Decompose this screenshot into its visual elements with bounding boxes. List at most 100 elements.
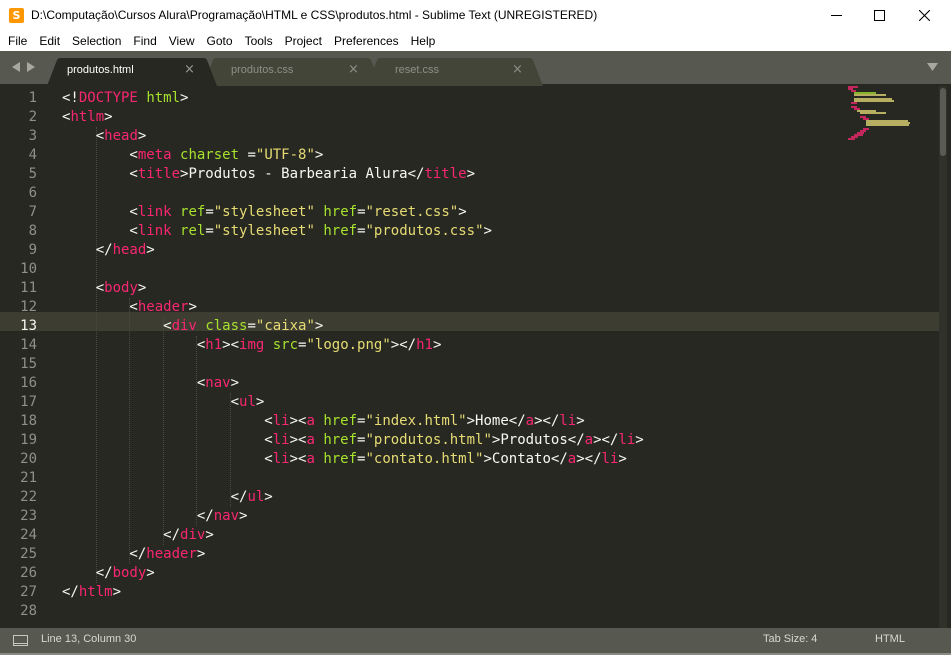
code-token: >Produtos</ — [491, 432, 585, 448]
menu-selection[interactable]: Selection — [66, 31, 127, 51]
line-number: 10 — [20, 261, 37, 277]
code-token: = — [247, 318, 256, 334]
code-line[interactable]: <body> — [62, 279, 147, 298]
line-number: 16 — [20, 375, 37, 391]
title-bar: S D:\Computação\Cursos Alura\Programação… — [0, 0, 951, 31]
syntax-selector[interactable]: HTML — [875, 633, 905, 645]
code-line[interactable]: </htlm> — [62, 583, 121, 602]
code-token: li — [559, 413, 577, 429]
code-token: body — [112, 565, 147, 581]
tab-reset-css[interactable]: reset.css × — [367, 58, 543, 86]
code-token: a — [584, 432, 594, 448]
code-token: ></ — [534, 413, 560, 429]
code-token: div — [180, 527, 206, 543]
code-token: < — [62, 128, 105, 144]
tab-list-dropdown-icon[interactable] — [927, 63, 938, 72]
window-title: D:\Computação\Cursos Alura\Programação\H… — [31, 8, 598, 22]
code-line[interactable]: <link rel="stylesheet" href="produtos.cs… — [62, 222, 492, 241]
sublime-app-icon: S — [9, 8, 24, 23]
code-line[interactable]: <ul> — [62, 393, 265, 412]
code-token: charset — [180, 147, 240, 163]
tab-close-icon[interactable]: × — [348, 62, 359, 77]
code-token: < — [62, 204, 138, 220]
code-line[interactable]: </header> — [62, 545, 205, 564]
vertical-scrollbar[interactable] — [939, 86, 947, 628]
code-line[interactable]: <div class="caixa"> — [62, 317, 323, 336]
code-line[interactable]: </head> — [62, 241, 155, 260]
code-token: </ — [62, 508, 214, 524]
tab-prev-icon[interactable] — [12, 62, 21, 73]
code-token: >< — [222, 337, 240, 353]
code-token: rel — [180, 223, 206, 239]
code-token: < — [62, 394, 240, 410]
code-token: >< — [289, 451, 307, 467]
code-token: link — [137, 204, 172, 220]
code-token: < — [62, 280, 105, 296]
line-number: 24 — [20, 527, 37, 543]
tab-close-icon[interactable]: × — [184, 62, 195, 77]
scrollbar-thumb[interactable] — [940, 88, 946, 156]
code-line[interactable]: </nav> — [62, 507, 248, 526]
code-token: = — [357, 204, 366, 220]
code-line[interactable]: <header> — [62, 298, 196, 317]
code-line[interactable]: </div> — [62, 526, 214, 545]
line-number: 2 — [28, 109, 37, 125]
code-token: < — [62, 147, 138, 163]
code-token: < — [62, 432, 273, 448]
code-line[interactable]: <!DOCTYPE html> — [62, 89, 188, 108]
code-token: > — [635, 432, 644, 448]
line-number: 7 — [28, 204, 37, 220]
panel-toggle-icon[interactable] — [13, 635, 28, 646]
code-line[interactable]: <nav> — [62, 374, 239, 393]
code-line[interactable]: <li><a href="contato.html">Contato</a></… — [62, 450, 627, 469]
code-line[interactable]: <li><a href="index.html">Home</a></li> — [62, 412, 584, 431]
tab-produtos-css[interactable]: produtos.css × — [203, 58, 381, 86]
line-number: 9 — [28, 242, 37, 258]
menu-file[interactable]: File — [2, 31, 33, 51]
code-line[interactable]: <li><a href="produtos.html">Produtos</a>… — [62, 431, 644, 450]
code-token: htlm — [78, 584, 113, 600]
code-line[interactable]: <meta charset ="UTF-8"> — [62, 146, 323, 165]
menu-bar: File Edit Selection Find View Goto Tools Projec… — [0, 31, 951, 51]
code-editor[interactable]: 1 2 3 4 5 6 7 8 9 10 11 12 13 14 15 16 17 18 19 20 21 22 23 24 2… — [0, 86, 951, 628]
close-window-button[interactable] — [901, 0, 947, 31]
line-number: 3 — [28, 128, 37, 144]
code-line[interactable]: <link ref="stylesheet" href="reset.css"> — [62, 203, 466, 222]
menu-view[interactable]: View — [163, 31, 201, 51]
code-token: > — [104, 109, 113, 125]
code-token: </ — [62, 489, 248, 505]
tab-size-selector[interactable]: Tab Size: 4 — [763, 633, 817, 645]
menu-goto[interactable]: Goto — [201, 31, 239, 51]
code-token: ref — [180, 204, 206, 220]
menu-tools[interactable]: Tools — [239, 31, 279, 51]
code-line[interactable]: <title>Produtos - Barbearia Alura</title… — [62, 165, 475, 184]
minimize-button[interactable] — [813, 0, 859, 31]
line-number: 5 — [28, 166, 37, 182]
code-line[interactable]: </body> — [62, 564, 155, 583]
code-line[interactable]: <htlm> — [62, 108, 113, 127]
maximize-button[interactable] — [856, 0, 902, 31]
minimap[interactable] — [846, 86, 916, 146]
line-number-gutter: 1 2 3 4 5 6 7 8 9 10 11 12 13 14 15 16 17 18 19 20 21 22 23 24 2… — [0, 86, 54, 628]
code-line[interactable]: </ul> — [62, 488, 273, 507]
line-number: 11 — [20, 280, 37, 296]
tab-produtos-html[interactable]: produtos.html × — [47, 58, 217, 86]
menu-help[interactable]: Help — [405, 31, 442, 51]
line-number: 23 — [20, 508, 37, 524]
code-line[interactable]: <head> — [62, 127, 147, 146]
tab-close-icon[interactable]: × — [512, 62, 523, 77]
menu-preferences[interactable]: Preferences — [328, 31, 405, 51]
line-number: 28 — [20, 603, 37, 619]
code-token: "contato.html" — [365, 451, 484, 467]
line-number: 27 — [20, 584, 37, 600]
tab-label: produtos.html — [67, 64, 134, 76]
line-number: 17 — [20, 394, 37, 410]
menu-find[interactable]: Find — [127, 31, 162, 51]
code-line[interactable]: <h1><img src="logo.png"></h1> — [62, 336, 442, 355]
menu-project[interactable]: Project — [279, 31, 328, 51]
menu-edit[interactable]: Edit — [33, 31, 66, 51]
tab-next-icon[interactable] — [27, 62, 36, 73]
